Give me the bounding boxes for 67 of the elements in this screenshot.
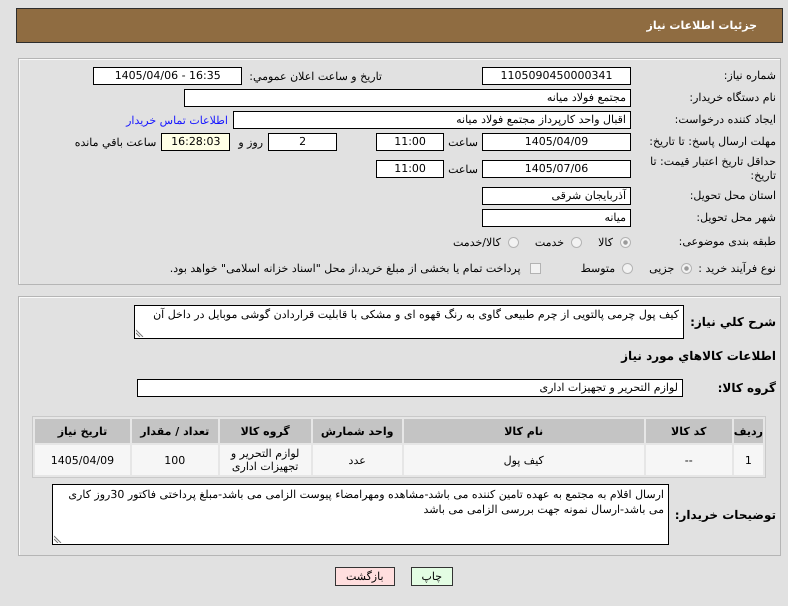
field-label: شرح کلي نياز: [689,314,776,330]
column-header: تعداد / مقدار [132,419,218,443]
field-label: شماره نیاز: [722,69,776,83]
radio-label: جزیی [649,262,674,274]
province-field[interactable]: آذربایجان شرقی [482,187,631,205]
resize-grip-icon[interactable] [54,535,62,543]
table-cell: 100 [132,445,218,475]
checkbox[interactable] [530,262,541,274]
column-header: گروه کالا [220,419,311,443]
radio-button[interactable] [622,262,634,274]
remaining-time-field[interactable]: 16:28:03 [161,133,230,151]
field-label: طبقه بندی موضوعی: [678,235,776,249]
buyer-contact-link[interactable]: اطلاعات تماس خریدار [126,114,228,126]
goods-group-field[interactable]: لوازم التحریر و تجهیزات اداری [137,379,683,397]
radio-label: کالا/خدمت [453,236,501,248]
table-cell: لوازم التحریر و تجهیزات اداری [220,445,311,475]
resize-grip-icon[interactable] [136,329,144,337]
table-cell: کیف پول [404,445,644,475]
column-header: تاریخ نیاز [35,419,130,443]
field-label: شهر محل تحویل: [695,211,776,225]
buyer-notes-field[interactable]: ارسال اقلام به مجتمع به عهده تامین کننده می باشد-مشاهده ومهرامضاء پیوست الزامی می باشد-مبلغ پرداختی فاکتور 30روز کاری می باشد-ارسال نمونه جهت بررسی الزامی می باشد [52,484,669,545]
field-label: توضیحات خریدار: [674,506,776,522]
remaining-label: ساعت باقي مانده [74,136,156,148]
column-header: ردیف [734,419,763,443]
section-heading: اطلاعات کالاهاي مورد نياز [620,348,777,364]
announce-date-field[interactable]: 1405/04/06 - 16:35 [93,67,242,85]
time-label: ساعت [448,136,478,148]
table-cell: عدد [312,445,402,475]
validity-date-field[interactable]: 1405/07/06 [482,160,631,178]
field-label: نام دستگاه خریدار: [688,91,776,105]
need-number-field[interactable]: 1105090450000341 [482,67,631,85]
header-title: جزئیات اطلاعات نیاز [646,19,757,32]
field-label: تاريخ و ساعت اعلان عمومي: [249,70,382,82]
validity-time-field[interactable]: 11:00 [376,160,444,178]
days-label: روز و [238,136,264,148]
field-label: نوع فرآیند خرید : [698,262,776,274]
radio-label: متوسط [580,262,616,274]
field-label: ایجاد کننده درخواست: [674,113,776,127]
column-header: نام کالا [404,419,644,443]
field-label: گروه کالا: [716,380,776,396]
radio-button[interactable] [620,236,631,248]
deadline-time-field[interactable]: 11:00 [376,133,444,151]
print-button[interactable]: چاپ [410,567,454,586]
field-label: استان محل تحویل: [688,189,776,203]
field-label: حداقل تاریخ اعتبار قیمت: تا تاریخ: [649,155,776,183]
back-button[interactable]: بازگشت [334,567,395,586]
radio-button[interactable] [681,262,692,274]
buyer-notes-text: ارسال اقلام به مجتمع به عهده تامین کننده می باشد-مشاهده ومهرامضاء پیوست الزامی می باشد-مبلغ پرداختی فاکتور 30روز کاری می باشد-ارسال نمونه جهت بررسی الزامی می باشد [68,488,664,516]
radio-label: خدمت [534,236,564,248]
field-label: مهلت ارسال پاسخ: تا تاریخ: [648,135,776,149]
column-header: کد کالا [646,419,732,443]
description-text: کیف پول چرمی پالتویی از چرم طبیعی گاوی به رنگ قهوه ای و مشکی با قابلیت قراردادن گوشی موبایل در داخل آن [153,308,679,321]
buyer-name-field[interactable]: مجتمع فولاد میانه [184,89,631,107]
description-field[interactable]: کیف پول چرمی پالتویی از چرم طبیعی گاوی به رنگ قهوه ای و مشکی با قابلیت قراردادن گوشی موبایل در داخل آن [134,305,684,339]
radio-button[interactable] [571,236,582,248]
checkbox-label: پرداخت تمام یا بخشی از مبلغ خرید،از محل "اسناد خزانه اسلامی" خواهد بود. [170,262,521,274]
radio-button[interactable] [508,236,519,248]
column-header: واحد شمارش [312,419,402,443]
city-field[interactable]: میانه [482,209,631,227]
table-cell: 1 [734,445,763,475]
days-left-field[interactable]: 2 [268,133,338,151]
table-cell: 1405/04/09 [35,445,130,475]
table-cell: -- [646,445,732,475]
requester-field[interactable]: اقبال واحد کارپرداز مجتمع فولاد میانه [233,111,631,129]
radio-label: کالا [598,236,613,248]
deadline-date-field[interactable]: 1405/04/09 [482,133,631,151]
time-label: ساعت [448,162,478,176]
